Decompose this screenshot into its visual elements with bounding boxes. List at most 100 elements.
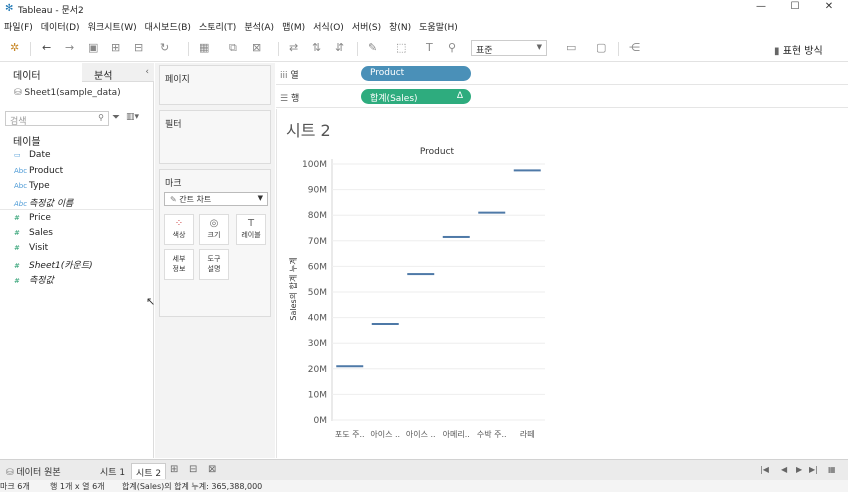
field-price[interactable]: # Price bbox=[14, 213, 51, 223]
field-sheet1-count[interactable]: # Sheet1(카운트) bbox=[14, 258, 93, 271]
new-story-icon[interactable]: ⊠ bbox=[208, 465, 216, 475]
abc-icon: Abc bbox=[14, 167, 28, 175]
abc-icon: Abc bbox=[14, 182, 28, 190]
pin-axes-icon[interactable]: ⚲ bbox=[448, 41, 456, 54]
view-options-icon[interactable]: ▥▾ bbox=[126, 113, 139, 122]
chevron-down-icon: ▼ bbox=[536, 43, 542, 51]
sum-sales-pill[interactable]: 합계(Sales) Δ bbox=[361, 89, 471, 104]
sheet-tab-2[interactable]: 시트 2 bbox=[131, 463, 167, 479]
gantt-bar[interactable] bbox=[442, 235, 470, 238]
show-me-icon: ▮ bbox=[774, 46, 780, 57]
gantt-bar[interactable] bbox=[478, 211, 506, 214]
filter-icon[interactable]: ⏷ bbox=[112, 113, 120, 123]
sheet-sorter-icon[interactable]: ▦ bbox=[828, 466, 836, 474]
show-labels-icon[interactable]: T bbox=[426, 41, 433, 54]
swap-rows-columns-icon[interactable]: ⇄ bbox=[289, 41, 298, 54]
size-button[interactable]: ◎ 크기 bbox=[199, 214, 229, 245]
sort-ascending-icon[interactable]: ⇅ bbox=[312, 41, 321, 54]
collapse-pane-icon[interactable]: ‹ bbox=[145, 67, 149, 77]
new-worksheet-icon[interactable]: ▦ bbox=[199, 41, 209, 54]
datasource-tab[interactable]: ⛁ 데이터 원본 bbox=[2, 463, 65, 479]
menu-story[interactable]: 스토리(T) bbox=[195, 17, 240, 33]
maximize-icon[interactable]: ☐ bbox=[784, 1, 806, 15]
columns-shelf[interactable]: iii 열 Product bbox=[276, 63, 848, 85]
duplicate-sheet-icon[interactable]: ⧉ bbox=[229, 41, 237, 55]
field-product[interactable]: Abc Product bbox=[14, 166, 63, 176]
next-sheet-icon[interactable]: ▶ bbox=[796, 466, 802, 474]
sheet-tab-bar: ⛁ 데이터 원본 시트 1 시트 2 ⊞ ⊟ ⊠ |◀ ◀ ▶ ▶| ▦ bbox=[0, 459, 848, 480]
rows-shelf-label: ☰ 행 bbox=[280, 94, 300, 104]
new-sheet-icon[interactable]: ⊞ bbox=[170, 465, 178, 475]
field-measure-names[interactable]: Abc 측정값 이름 bbox=[14, 196, 73, 209]
first-sheet-icon[interactable]: |◀ bbox=[760, 466, 769, 474]
minimize-icon[interactable]: — bbox=[750, 1, 772, 15]
menu-worksheet[interactable]: 워크시트(W) bbox=[84, 17, 141, 33]
new-datasource-icon[interactable]: ⊞ bbox=[111, 41, 120, 54]
field-measure-values[interactable]: # 측정값 bbox=[14, 273, 54, 286]
tab-data[interactable]: 데이터 bbox=[0, 63, 82, 82]
sort-descending-icon[interactable]: ⇵ bbox=[335, 41, 344, 54]
toolbar-separator bbox=[357, 42, 358, 56]
rows-shelf[interactable]: ☰ 행 합계(Sales) Δ bbox=[276, 86, 848, 108]
menu-file[interactable]: 파일(F) bbox=[0, 17, 37, 33]
new-dashboard-icon[interactable]: ⊟ bbox=[189, 465, 197, 475]
hash-icon: # bbox=[14, 277, 20, 285]
tableau-home-icon[interactable]: ✲ bbox=[10, 41, 19, 54]
show-cards-icon[interactable]: ▭ bbox=[566, 41, 576, 54]
menu-dashboard[interactable]: 대시보드(B) bbox=[141, 17, 195, 33]
y-tick-label: 90M bbox=[308, 186, 327, 196]
filters-card[interactable]: 필터 bbox=[159, 110, 271, 164]
marks-card-title: 마크 bbox=[165, 179, 182, 189]
fit-select[interactable]: 표준 ▼ bbox=[471, 40, 547, 56]
search-icon: ⚲ bbox=[98, 113, 104, 122]
gantt-bar[interactable] bbox=[336, 365, 364, 368]
field-date[interactable]: ▭ Date bbox=[14, 150, 51, 160]
y-axis-label: Sales의 합계 누계 bbox=[288, 257, 298, 320]
tooltip-button[interactable]: 도구 설명 bbox=[199, 249, 229, 280]
tab-analysis[interactable]: 분석 ‹ bbox=[82, 63, 154, 82]
detail-button[interactable]: 세부 정보 bbox=[164, 249, 194, 280]
highlight-icon[interactable]: ✎ bbox=[368, 41, 377, 54]
color-button[interactable]: ⁘ 색상 bbox=[164, 214, 194, 245]
prev-sheet-icon[interactable]: ◀ bbox=[781, 466, 787, 474]
presentation-mode-icon[interactable]: ▢ bbox=[596, 41, 606, 54]
refresh-icon[interactable]: ↻ bbox=[160, 41, 169, 54]
redo-icon[interactable]: → bbox=[65, 41, 74, 54]
abc-icon: Abc bbox=[14, 200, 28, 208]
y-tick-label: 50M bbox=[308, 288, 327, 298]
field-visit[interactable]: # Visit bbox=[14, 243, 48, 253]
share-icon[interactable]: ⋲ bbox=[629, 41, 640, 54]
menu-analysis[interactable]: 분석(A) bbox=[240, 17, 278, 33]
menu-help[interactable]: 도움말(H) bbox=[415, 17, 462, 33]
menu-server[interactable]: 서버(S) bbox=[348, 17, 385, 33]
show-me-button[interactable]: ▮ 표현 방식 bbox=[774, 42, 823, 57]
pages-card[interactable]: 페이지 bbox=[159, 65, 271, 105]
sheet-tab-1[interactable]: 시트 1 bbox=[96, 463, 129, 479]
menu-data[interactable]: 데이터(D) bbox=[37, 17, 84, 33]
label-button[interactable]: T 레이블 bbox=[236, 214, 266, 245]
datasource-name[interactable]: ⛁ Sheet1(sample_data) bbox=[14, 88, 121, 98]
save-icon[interactable]: ▣ bbox=[88, 41, 98, 54]
status-bar: 마크 6개 행 1개 x 열 6개 합계(Sales)의 합계 누계: 365,… bbox=[0, 480, 848, 492]
clear-sheet-icon[interactable]: ⊠ bbox=[252, 41, 261, 54]
undo-icon[interactable]: ← bbox=[42, 41, 51, 54]
close-icon[interactable]: ✕ bbox=[818, 1, 840, 15]
y-tick-label: 60M bbox=[308, 262, 327, 272]
field-type[interactable]: Abc Type bbox=[14, 181, 50, 191]
field-sales[interactable]: # Sales bbox=[14, 228, 53, 238]
last-sheet-icon[interactable]: ▶| bbox=[809, 466, 818, 474]
pause-updates-icon[interactable]: ⊟ bbox=[134, 41, 143, 54]
gantt-bar[interactable] bbox=[513, 169, 541, 172]
menu-map[interactable]: 맵(M) bbox=[278, 17, 309, 33]
hash-icon: # bbox=[14, 262, 20, 270]
product-pill[interactable]: Product bbox=[361, 66, 471, 81]
gantt-mark-icon: ✎ bbox=[170, 195, 177, 204]
mark-type-select[interactable]: ✎ 간트 차트 ▼ bbox=[164, 192, 268, 206]
gantt-bar[interactable] bbox=[371, 323, 399, 325]
gantt-bar[interactable] bbox=[407, 273, 435, 276]
menu-format[interactable]: 서식(O) bbox=[309, 17, 348, 33]
search-input[interactable]: 검색 ⚲ bbox=[5, 111, 109, 127]
menu-window[interactable]: 창(N) bbox=[385, 17, 415, 33]
menu-bar: 파일(F) 데이터(D) 워크시트(W) 대시보드(B) 스토리(T) 분석(A) 맵(M)… bbox=[0, 17, 848, 35]
group-icon[interactable]: ⬚ bbox=[396, 41, 406, 54]
